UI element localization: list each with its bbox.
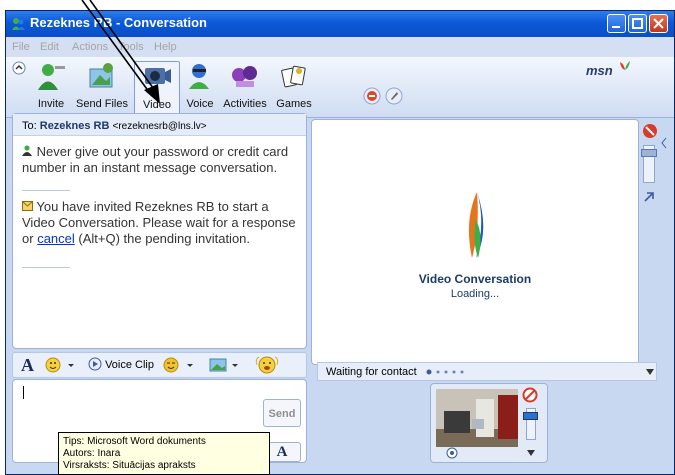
msn-feather-logo-icon <box>468 192 484 258</box>
webcam-options-arrow-icon[interactable] <box>527 450 535 456</box>
webcam-preview-image <box>436 389 518 447</box>
recipient-line: To: Rezeknes RB <rezeknesrb@lns.lv> <box>13 114 306 136</box>
font-button[interactable]: A <box>21 355 34 376</box>
video-invite-message: You have invited Rezeknes RB to start a … <box>22 199 296 246</box>
webcam-settings-icon[interactable] <box>446 447 458 459</box>
conversation-history-pane: To: Rezeknes RB <rezeknesrb@lns.lv> Neve… <box>12 113 307 349</box>
contact-name: Rezeknes RB <box>39 120 110 132</box>
video-title: Video Conversation <box>418 272 532 286</box>
emoticon-picker-icon[interactable] <box>45 357 77 374</box>
nudge-icon[interactable] <box>255 355 279 375</box>
msn-butterfly-icon <box>620 61 630 70</box>
webcam-preview-box <box>430 383 548 463</box>
background-picker-icon[interactable] <box>209 357 243 374</box>
voice-icon <box>189 64 209 89</box>
collapse-panel-icon[interactable] <box>660 137 668 149</box>
minimize-icon <box>612 26 620 28</box>
toolbar-voice-button[interactable]: Voice <box>182 61 218 113</box>
file-tooltip: Tips: Microsoft Word dokuments Autors: I… <box>58 432 270 475</box>
voice-clip-button[interactable]: Voice Clip <box>88 357 154 374</box>
wink-picker-icon[interactable] <box>163 357 197 374</box>
voice-clip-icon <box>88 357 102 371</box>
video-loading-status: Loading... <box>450 288 500 300</box>
person-warning-icon <box>22 145 32 156</box>
close-button[interactable] <box>649 14 668 33</box>
mute-icon[interactable] <box>642 123 658 139</box>
tooltip-author: Autors: Inara <box>63 448 121 459</box>
invite-icon <box>38 64 65 90</box>
security-warning-message: Never give out your password or credit c… <box>22 144 289 175</box>
webcam-volume-handle[interactable] <box>523 412 538 420</box>
video-controls-rail <box>640 119 668 369</box>
msn-logo: msn <box>586 63 613 78</box>
video-status-bar: Waiting for contact <box>317 362 657 381</box>
tooltip-type: Tips: Microsoft Word dokuments <box>63 436 206 447</box>
toolbar-activities-button[interactable]: Activities <box>220 61 270 113</box>
minimize-button[interactable] <box>607 14 626 33</box>
tooltip-title: Virsraksts: Situācijas apraksts <box>63 460 196 471</box>
envelope-icon <box>22 201 33 211</box>
video-conversation-pane: Video Conversation Loading... <box>311 119 639 365</box>
menu-file[interactable]: File <box>12 41 30 53</box>
menu-edit[interactable]: Edit <box>40 41 59 53</box>
maximize-icon <box>632 18 643 29</box>
cancel-link[interactable]: cancel <box>37 231 75 246</box>
collapse-toggle-icon[interactable] <box>12 61 26 75</box>
annotation-arrow <box>81 0 160 104</box>
expand-arrow-icon[interactable] <box>643 191 655 203</box>
activities-icon <box>232 66 257 87</box>
status-text: Waiting for contact <box>326 366 417 378</box>
toolbar-invite-button[interactable]: Invite <box>30 61 72 113</box>
to-label: To: <box>22 120 37 132</box>
send-button[interactable]: Send <box>263 399 301 427</box>
progress-dots-icon <box>426 369 464 375</box>
message-separator <box>22 190 70 191</box>
format-toolbar: A Voice Clip <box>12 352 307 378</box>
block-contact-icon[interactable] <box>363 87 383 105</box>
dropdown-arrow-icon[interactable] <box>646 369 654 375</box>
msn-buddy-icon <box>12 18 25 30</box>
games-icon <box>281 65 306 88</box>
message-separator <box>22 267 70 268</box>
close-icon <box>653 18 664 29</box>
stop-webcam-icon[interactable] <box>522 387 538 403</box>
maximize-button[interactable] <box>628 14 647 33</box>
toolbar-games-button[interactable]: Games <box>274 61 314 113</box>
volume-slider-handle[interactable] <box>641 149 657 157</box>
contact-email: <rezeknesrb@lns.lv> <box>112 121 207 132</box>
display-picture-icon[interactable] <box>384 87 406 105</box>
